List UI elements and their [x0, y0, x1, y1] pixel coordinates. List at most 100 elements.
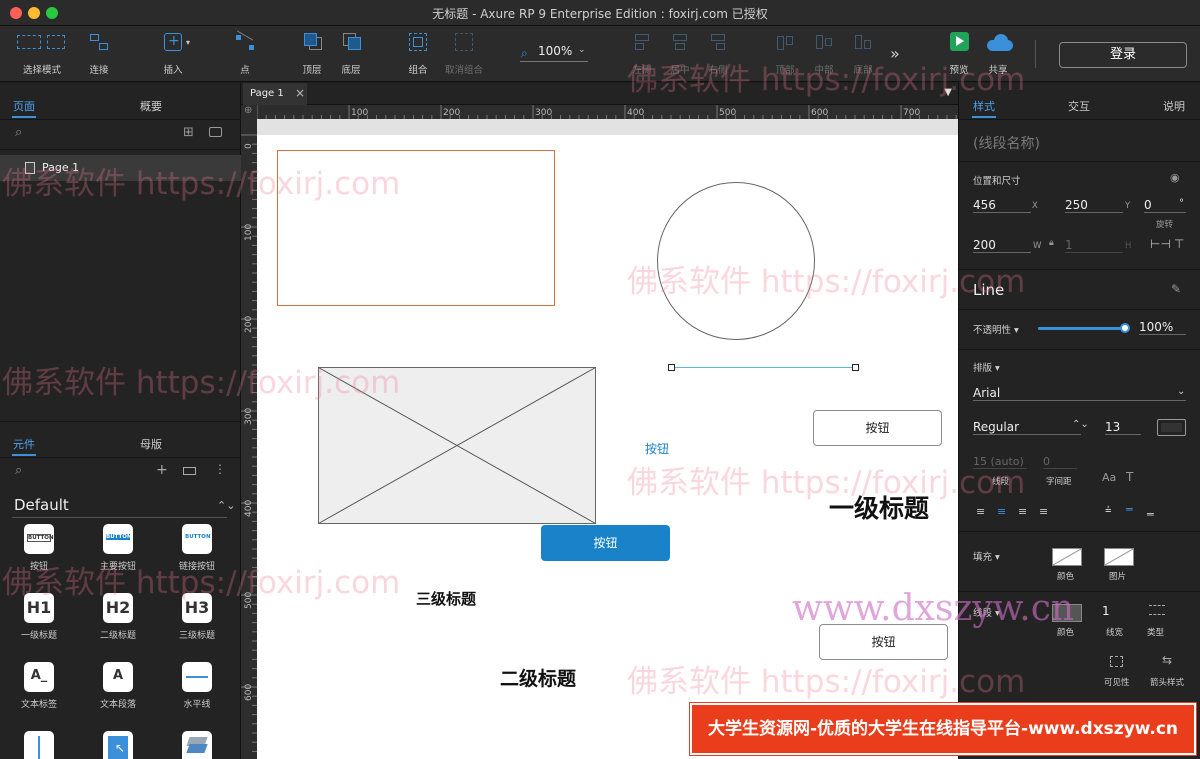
widget-item[interactable]: BUTTON 按钮 — [4, 524, 74, 572]
char-spacing-input[interactable]: 0 — [1043, 455, 1077, 469]
align-center-button[interactable]: 居中 — [666, 32, 694, 76]
opacity-slider[interactable] — [1038, 323, 1130, 333]
design-canvas[interactable]: 按钮 按钮 按钮 一级标题 三级标题 按钮 二级标题 — [257, 119, 958, 759]
close-tab-icon[interactable]: × — [295, 86, 305, 100]
font-weight-select[interactable]: Regular — [973, 420, 1081, 435]
typography-label[interactable]: 排版 ▾ — [973, 360, 1000, 374]
library-select[interactable]: Default — [14, 496, 69, 514]
tab-masters[interactable]: 母版 — [140, 436, 162, 452]
opacity-label[interactable]: 不透明性 ▾ — [973, 322, 1019, 336]
canvas-link-button[interactable]: 按钮 — [645, 440, 669, 457]
add-page-icon[interactable]: ⊞ — [183, 125, 194, 140]
send-to-bottom-button[interactable]: 底层 — [336, 32, 366, 76]
connect-button[interactable]: 连接 — [84, 32, 114, 76]
x-input[interactable]: 456 — [973, 198, 1031, 213]
align-bottom-button[interactable]: 底部 — [849, 32, 877, 76]
ungroup-button[interactable]: 取消组合 — [444, 32, 484, 76]
canvas-heading-2[interactable]: 二级标题 — [500, 664, 576, 691]
fit-height-icon[interactable]: ⊤ — [1174, 237, 1184, 251]
zoom-select[interactable]: 100% ⌄ — [520, 44, 588, 62]
visibility-icon[interactable] — [1110, 656, 1123, 667]
widget-item[interactable]: BUTTON 主要按钮 — [83, 524, 153, 572]
valign-top-icon[interactable]: ⩮ — [1105, 503, 1111, 517]
widget-name-field[interactable]: (线段名称) — [973, 133, 1040, 153]
align-text-left-icon[interactable]: ≡ — [976, 505, 985, 518]
add-library-icon[interactable]: + — [156, 462, 168, 478]
canvas-heading-1[interactable]: 一级标题 — [829, 489, 929, 525]
tab-menu-chevron-icon[interactable]: ▼ — [944, 87, 952, 98]
hotspot-widget-icon[interactable]: ↖ — [103, 731, 133, 759]
align-middle-button[interactable]: 中部 — [810, 32, 838, 76]
widget-item[interactable]: A 文本段落 — [83, 662, 153, 710]
eye-icon[interactable]: ◉ — [1170, 171, 1180, 184]
edit-style-icon[interactable]: ✎ — [1171, 282, 1181, 296]
opacity-input[interactable]: 100% — [1139, 320, 1186, 335]
font-family-select[interactable]: Arial — [973, 386, 1186, 401]
tab-page-1[interactable]: Page 1 × — [243, 83, 307, 105]
text-style-icon[interactable]: Aa — [1102, 471, 1116, 484]
line-handle-end[interactable] — [852, 364, 859, 371]
search-icon[interactable]: ⌕ — [15, 125, 22, 140]
tab-widgets[interactable]: 元件 — [13, 436, 35, 452]
tab-pages[interactable]: 页面 — [13, 98, 35, 114]
line-handle-start[interactable] — [668, 364, 675, 371]
line-spacing-input[interactable]: 15 (auto) — [973, 455, 1027, 469]
select-mode-button[interactable]: 选择模式 — [16, 32, 68, 76]
canvas-button-secondary[interactable]: 按钮 — [813, 410, 942, 446]
library-icon[interactable] — [183, 467, 196, 475]
tab-style[interactable]: 样式 — [973, 98, 995, 114]
align-text-center-icon[interactable]: ≡ — [997, 505, 1006, 518]
point-button[interactable]: 点 — [230, 30, 260, 76]
share-button[interactable]: 共享 — [983, 32, 1013, 76]
opacity-slider-handle[interactable] — [1120, 323, 1130, 333]
align-text-right-icon[interactable]: ≡ — [1018, 505, 1027, 518]
login-button[interactable]: 登录 — [1059, 42, 1187, 68]
bring-to-top-button[interactable]: 顶层 — [297, 32, 327, 76]
preview-button[interactable]: 预览 — [944, 32, 974, 76]
fit-width-icon[interactable]: ⊢⊣ — [1150, 237, 1171, 251]
canvas-button-primary[interactable]: 按钮 — [541, 525, 670, 561]
text-shadow-icon[interactable]: T — [1126, 470, 1133, 484]
more-tools-icon[interactable]: » — [890, 44, 900, 63]
valign-middle-icon[interactable]: ═ — [1126, 503, 1133, 516]
dynamic-panel-widget-icon[interactable] — [182, 731, 212, 759]
vertical-line-widget-icon[interactable] — [24, 731, 54, 759]
canvas-heading-3[interactable]: 三级标题 — [416, 588, 476, 609]
align-top-button[interactable]: 顶部 — [771, 32, 799, 76]
valign-bottom-icon[interactable]: ═ — [1147, 508, 1154, 521]
width-input[interactable]: 200 — [973, 238, 1031, 253]
border-width-input[interactable]: 1 — [1102, 604, 1110, 618]
page-list-item[interactable]: Page 1 — [0, 155, 241, 181]
widget-item[interactable]: H3 三级标题 — [162, 593, 232, 641]
rectangle-shape[interactable] — [277, 150, 555, 306]
border-type-icon[interactable] — [1149, 605, 1165, 615]
y-input[interactable]: 250 — [1065, 198, 1123, 213]
chevron-updown-icon[interactable]: ⌃⌄ — [217, 499, 235, 512]
align-left-button[interactable]: 左侧 — [628, 32, 656, 76]
justify-text-icon[interactable]: ≡ — [1039, 505, 1048, 518]
fill-label[interactable]: 填充 ▾ — [973, 549, 1000, 563]
fill-image-swatch[interactable] — [1104, 548, 1134, 566]
lock-icon[interactable]: 🔒︎ — [1049, 238, 1054, 248]
canvas-button-secondary[interactable]: 按钮 — [819, 624, 948, 660]
widget-item[interactable]: A_ 文本标签 — [4, 662, 74, 710]
circle-shape[interactable] — [657, 182, 815, 340]
font-size-input[interactable]: 13 — [1105, 420, 1141, 435]
align-right-button[interactable]: 右侧 — [704, 32, 732, 76]
fill-color-swatch[interactable] — [1052, 548, 1082, 566]
widget-item[interactable]: 水平线 — [162, 662, 232, 710]
folder-icon[interactable] — [209, 127, 222, 137]
tab-outline[interactable]: 概要 — [140, 98, 162, 114]
height-input[interactable]: 1 — [1065, 238, 1123, 253]
selected-line[interactable] — [671, 367, 857, 368]
widget-item[interactable]: BUTTON 链接按钮 — [162, 524, 232, 572]
font-color-swatch[interactable] — [1157, 419, 1186, 436]
tab-notes[interactable]: 说明 — [1163, 98, 1185, 114]
insert-button[interactable]: + ▾ 插入 — [158, 32, 190, 76]
tab-interactions[interactable]: 交互 — [1068, 98, 1090, 114]
widget-item[interactable]: H1 一级标题 — [4, 593, 74, 641]
image-placeholder[interactable] — [318, 367, 597, 525]
more-options-icon[interactable]: ⋮ — [214, 462, 226, 476]
group-button[interactable]: 组合 — [403, 32, 433, 76]
widget-item[interactable]: H2 二级标题 — [83, 593, 153, 641]
